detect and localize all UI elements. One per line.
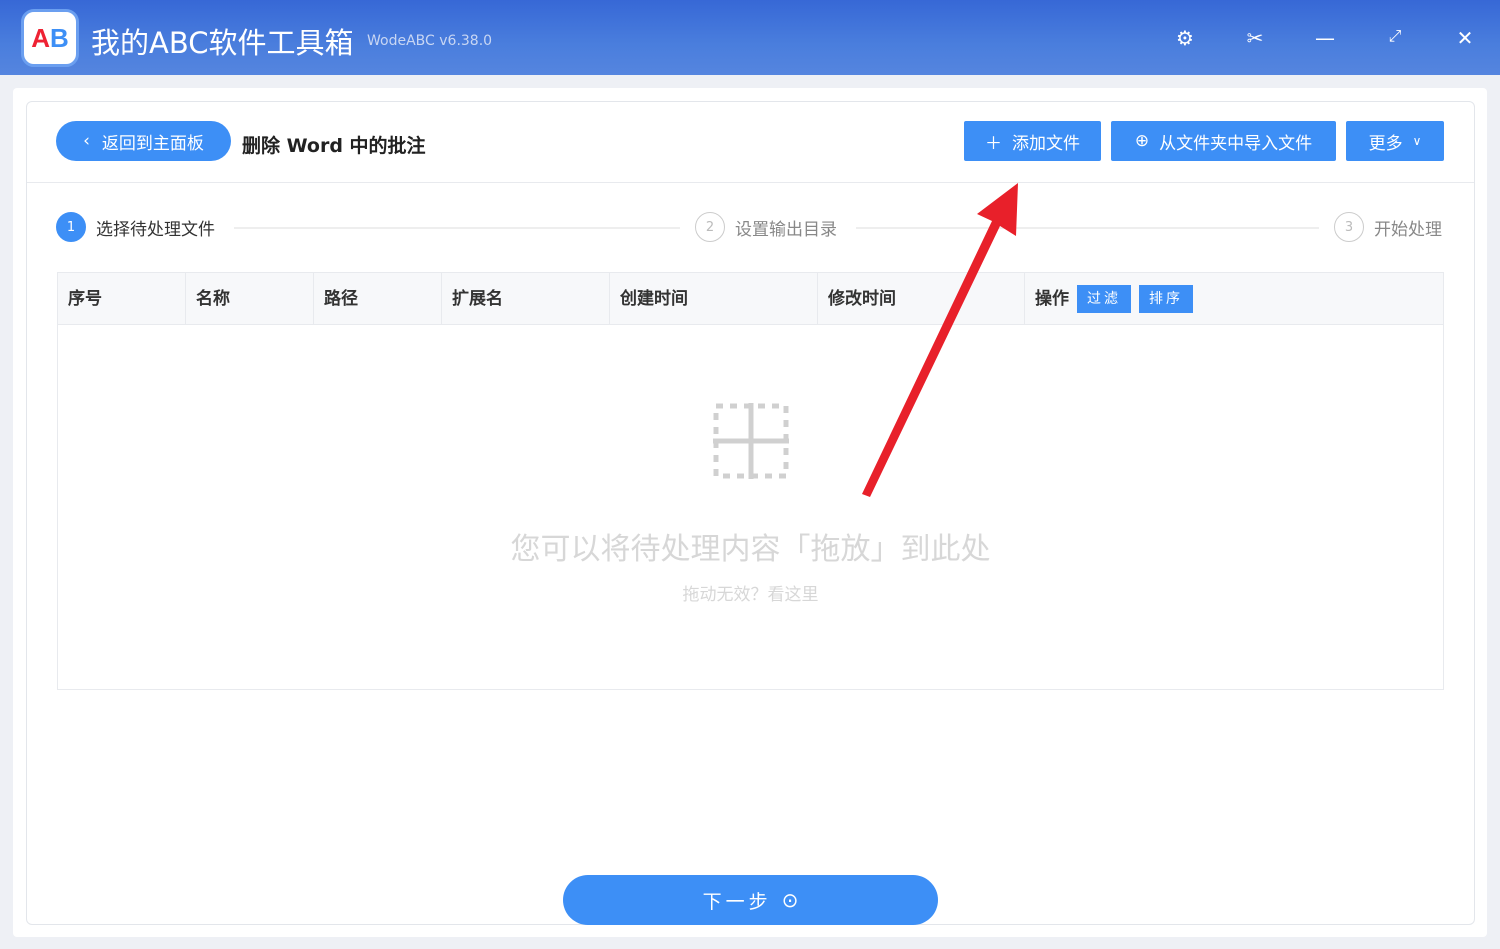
annotation-arrow: [862, 183, 1018, 497]
